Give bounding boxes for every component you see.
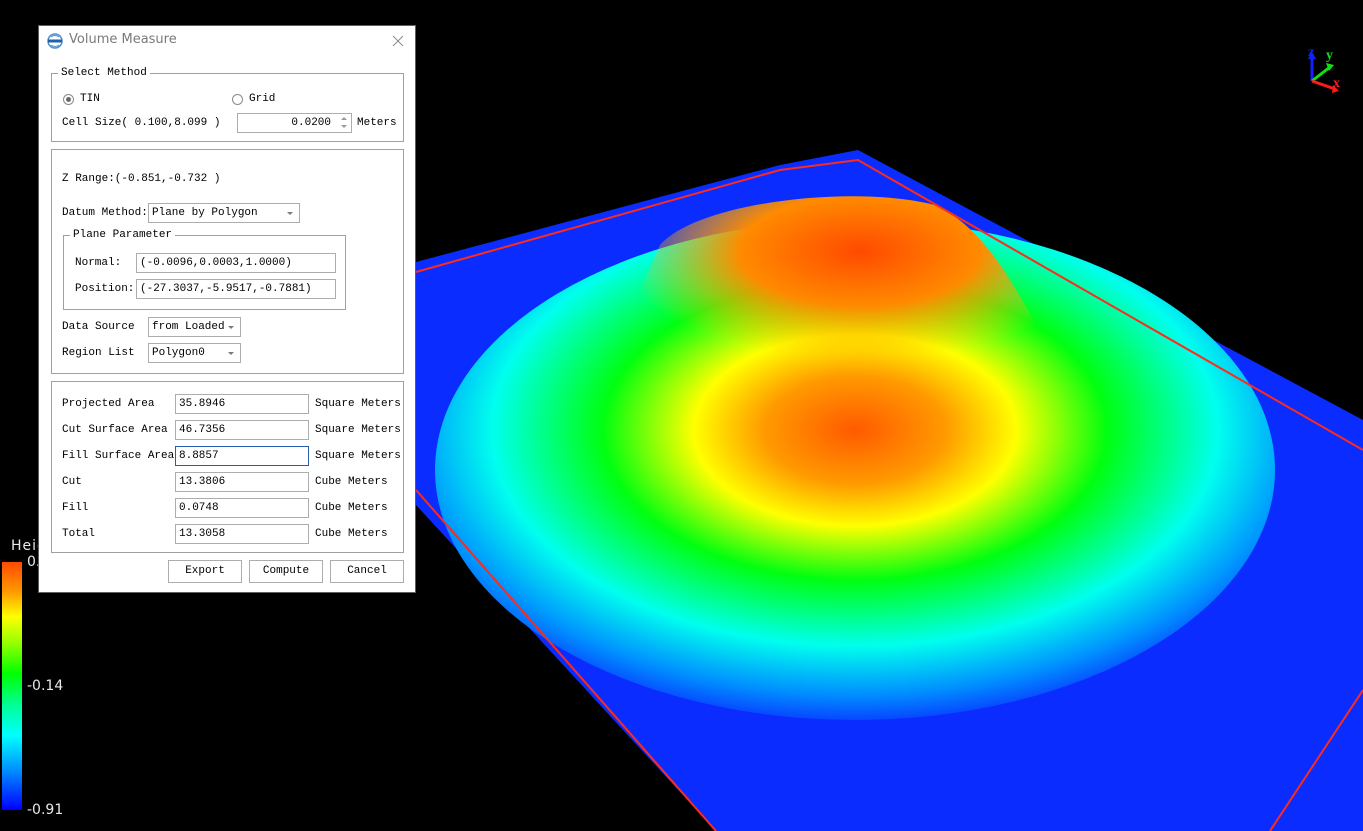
z-range-label: Z Range:(-0.851,-0.732 ): [62, 173, 221, 185]
projected-area-field[interactable]: 35.8946: [175, 394, 309, 414]
close-button[interactable]: [387, 30, 409, 52]
data-source-dropdown[interactable]: from Loaded: [148, 317, 241, 337]
datum-method-label: Datum Method:: [62, 207, 148, 219]
total-unit: Cube Meters: [315, 528, 388, 540]
fill-surface-area-label: Fill Surface Area: [62, 450, 175, 462]
datum-method-dropdown[interactable]: Plane by Polygon: [148, 203, 300, 223]
export-button[interactable]: Export: [168, 560, 242, 583]
cut-field[interactable]: 13.3806: [175, 472, 309, 492]
projected-area-label: Projected Area: [62, 398, 155, 410]
volume-measure-dialog: Volume Measure Select Method TIN Grid Ce…: [38, 25, 416, 593]
grid-radio[interactable]: [232, 94, 243, 105]
compute-button[interactable]: Compute: [249, 560, 323, 583]
cut-surface-area-unit: Square Meters: [315, 424, 401, 436]
chevron-down-icon: [228, 352, 234, 355]
region-list-dropdown[interactable]: Polygon0: [148, 343, 241, 363]
results-group: Projected Area 35.8946 Square Meters Cut…: [51, 381, 404, 553]
axis-z-label: z: [1308, 45, 1315, 60]
cut-label: Cut: [62, 476, 82, 488]
fill-unit: Cube Meters: [315, 502, 388, 514]
data-source-value: from Loaded: [152, 321, 225, 333]
select-method-group: Select Method TIN Grid Cell Size( 0.100,…: [51, 66, 404, 142]
cell-size-label: Cell Size( 0.100,8.099 ): [62, 117, 221, 129]
chevron-down-icon: [228, 326, 234, 329]
fill-field[interactable]: 0.0748: [175, 498, 309, 518]
region-list-label: Region List: [62, 347, 135, 359]
cancel-button[interactable]: Cancel: [330, 560, 404, 583]
position-field[interactable]: (-27.3037,-5.9517,-0.7881): [136, 279, 336, 299]
total-label: Total: [62, 528, 96, 540]
data-source-label: Data Source: [62, 321, 135, 333]
cell-size-spinbox[interactable]: 0.0200: [237, 113, 352, 133]
tin-label[interactable]: TIN: [80, 92, 100, 106]
fill-label: Fill: [62, 502, 89, 514]
plane-parameter-group: Plane Parameter Normal: (-0.0096,0.0003,…: [63, 228, 346, 310]
axis-x-label: x: [1333, 76, 1340, 91]
position-label: Position:: [75, 283, 135, 295]
chevron-down-icon: [287, 212, 293, 215]
cut-surface-area-field[interactable]: 46.7356: [175, 420, 309, 440]
plane-parameter-title: Plane Parameter: [70, 228, 176, 242]
normal-field[interactable]: (-0.0096,0.0003,1.0000): [136, 253, 336, 273]
spin-arrows-icon[interactable]: [341, 117, 347, 129]
legend-min-label: -0.91: [27, 802, 64, 818]
projected-area-unit: Square Meters: [315, 398, 401, 410]
fill-surface-area-field[interactable]: 8.8857: [175, 446, 309, 466]
dialog-title: Volume Measure: [69, 32, 177, 47]
select-method-title: Select Method: [58, 66, 150, 80]
datum-method-value: Plane by Polygon: [152, 207, 258, 219]
tin-radio[interactable]: [63, 94, 74, 105]
cut-surface-area-label: Cut Surface Area: [62, 424, 168, 436]
region-list-value: Polygon0: [152, 347, 205, 359]
normal-label: Normal:: [75, 257, 122, 269]
lidar360-logo-icon: [47, 33, 63, 49]
cell-size-unit: Meters: [357, 117, 397, 129]
height-color-bar: [2, 562, 22, 810]
legend-mid-label: -0.14: [27, 678, 64, 694]
cut-unit: Cube Meters: [315, 476, 388, 488]
close-icon: [392, 35, 404, 47]
datum-group: Z Range:(-0.851,-0.732 ) Datum Method: P…: [51, 149, 404, 374]
cell-size-value: 0.0200: [291, 117, 331, 129]
axis-y-label: y: [1326, 48, 1333, 63]
total-field[interactable]: 13.3058: [175, 524, 309, 544]
fill-surface-area-unit: Square Meters: [315, 450, 401, 462]
grid-label[interactable]: Grid: [249, 92, 275, 106]
dialog-titlebar[interactable]: Volume Measure: [39, 26, 415, 56]
